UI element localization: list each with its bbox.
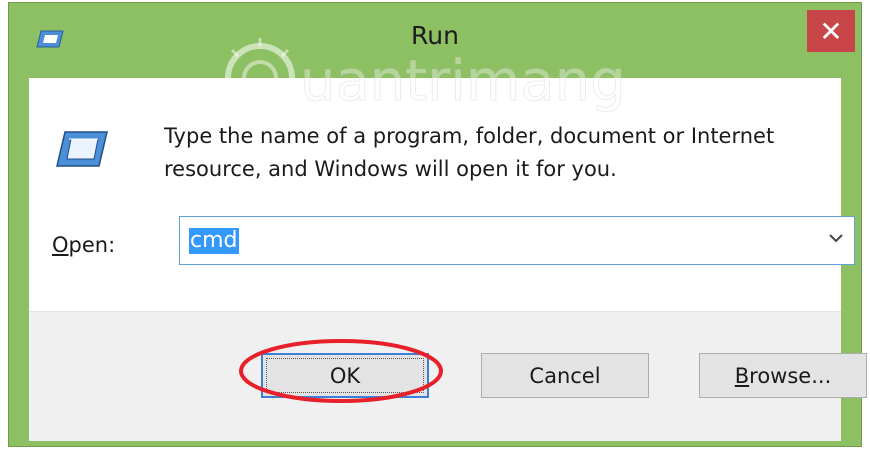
open-input-value[interactable]: cmd	[189, 228, 239, 254]
title-bar[interactable]: Run ✕	[9, 3, 861, 75]
run-icon	[56, 131, 108, 167]
cancel-button[interactable]: Cancel	[481, 353, 649, 398]
annotation-ellipse	[239, 339, 443, 403]
open-combobox[interactable]: cmd	[179, 216, 855, 265]
close-button[interactable]: ✕	[807, 10, 855, 52]
open-label-mnemonic: O	[52, 233, 69, 257]
window-title: Run	[411, 21, 459, 50]
browse-button-label: rowse...	[749, 363, 832, 388]
close-icon: ✕	[819, 14, 843, 48]
cancel-button-label: Cancel	[529, 363, 601, 388]
chevron-down-icon[interactable]	[828, 231, 844, 245]
browse-button[interactable]: Browse...	[699, 353, 867, 398]
open-label-text: pen:	[68, 233, 116, 257]
open-label: Open:	[52, 233, 115, 257]
dialog-description: Type the name of a program, folder, docu…	[164, 124, 775, 181]
browse-mnemonic: B	[734, 363, 750, 388]
